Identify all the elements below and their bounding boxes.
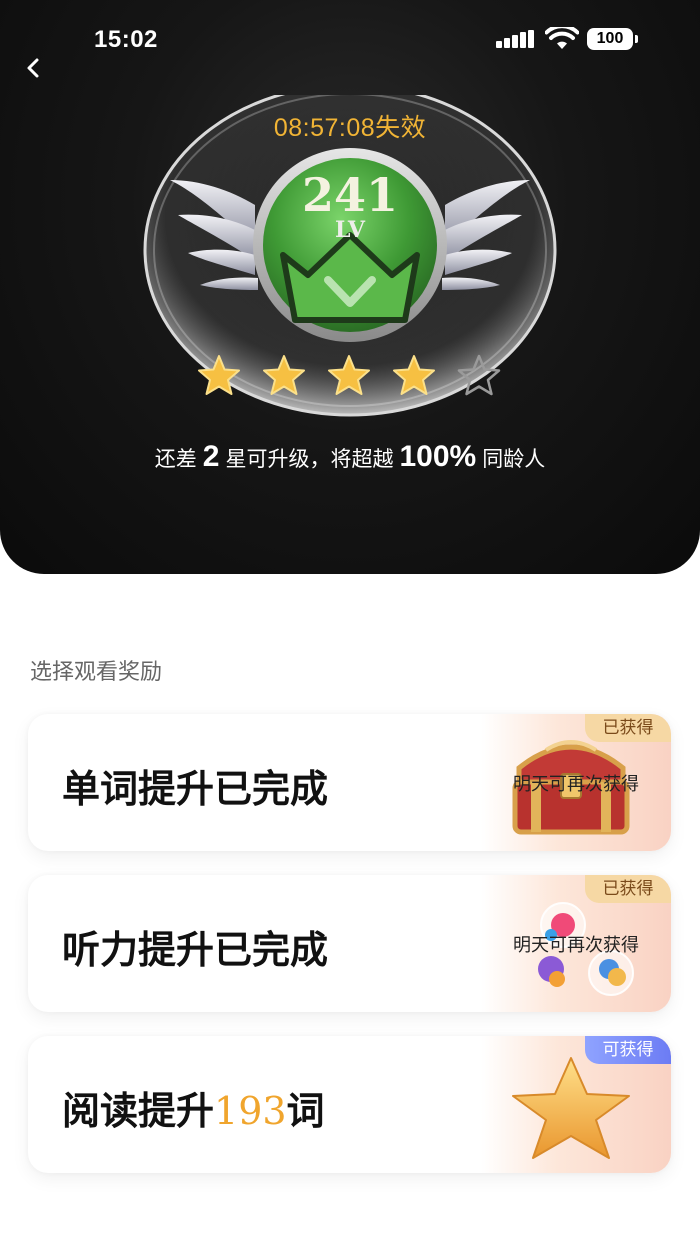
gold-star-icon: [512, 1057, 630, 1159]
level-number: 241: [301, 168, 399, 222]
word-count: 193: [214, 1089, 287, 1133]
level-hero: 15:02 100 08:57:08失效 241 LV 还差 2 星可升级，将超…: [0, 0, 700, 574]
card-title: 阅读提升193词: [62, 1080, 325, 1135]
card-title-prefix: 阅读提升: [62, 1089, 215, 1133]
reward-card-words[interactable]: 单词提升已完成 明天可再次获得 已获得: [28, 714, 671, 851]
status-badge: 已获得: [585, 875, 671, 903]
back-arrow-icon[interactable]: [20, 52, 48, 84]
status-bar: 15:02 100: [0, 0, 700, 80]
section-title: 选择观看奖励: [30, 660, 163, 685]
star-filled-icon: [263, 355, 305, 395]
upgrade-middle: 星可升级，将超越: [225, 447, 394, 471]
card-title-suffix: 词: [286, 1089, 325, 1133]
star-empty-icon: [457, 354, 501, 396]
card-title: 听力提升已完成: [62, 928, 329, 972]
reward-card-listening[interactable]: 听力提升已完成 明天可再次获得 已获得: [28, 875, 671, 1012]
cellular-signal-icon: [496, 30, 534, 48]
upgrade-hint: 还差 2 星可升级，将超越 100% 同龄人: [0, 440, 700, 474]
wifi-icon: [545, 27, 579, 49]
star-filled-icon: [198, 355, 240, 395]
status-time: 15:02: [94, 26, 158, 53]
star-rating: [196, 353, 516, 403]
star-filled-icon: [328, 355, 370, 395]
status-badge: 可获得: [585, 1036, 671, 1064]
expiry-timer: 08:57:08失效: [273, 114, 427, 142]
card-title: 单词提升已完成: [62, 767, 329, 811]
status-badge: 已获得: [585, 714, 671, 742]
card-subtitle: 明天可再次获得: [513, 774, 639, 795]
upgrade-stars-needed: 2: [202, 440, 220, 473]
upgrade-suffix: 同龄人: [482, 447, 546, 471]
battery-indicator: 100: [587, 28, 638, 50]
card-subtitle: 明天可再次获得: [513, 935, 639, 956]
star-filled-icon: [393, 355, 435, 395]
upgrade-percent: 100%: [399, 440, 477, 473]
upgrade-prefix: 还差: [154, 447, 197, 471]
level-unit: LV: [335, 217, 365, 243]
reward-card-reading[interactable]: 阅读提升193词 可获得: [28, 1036, 671, 1173]
